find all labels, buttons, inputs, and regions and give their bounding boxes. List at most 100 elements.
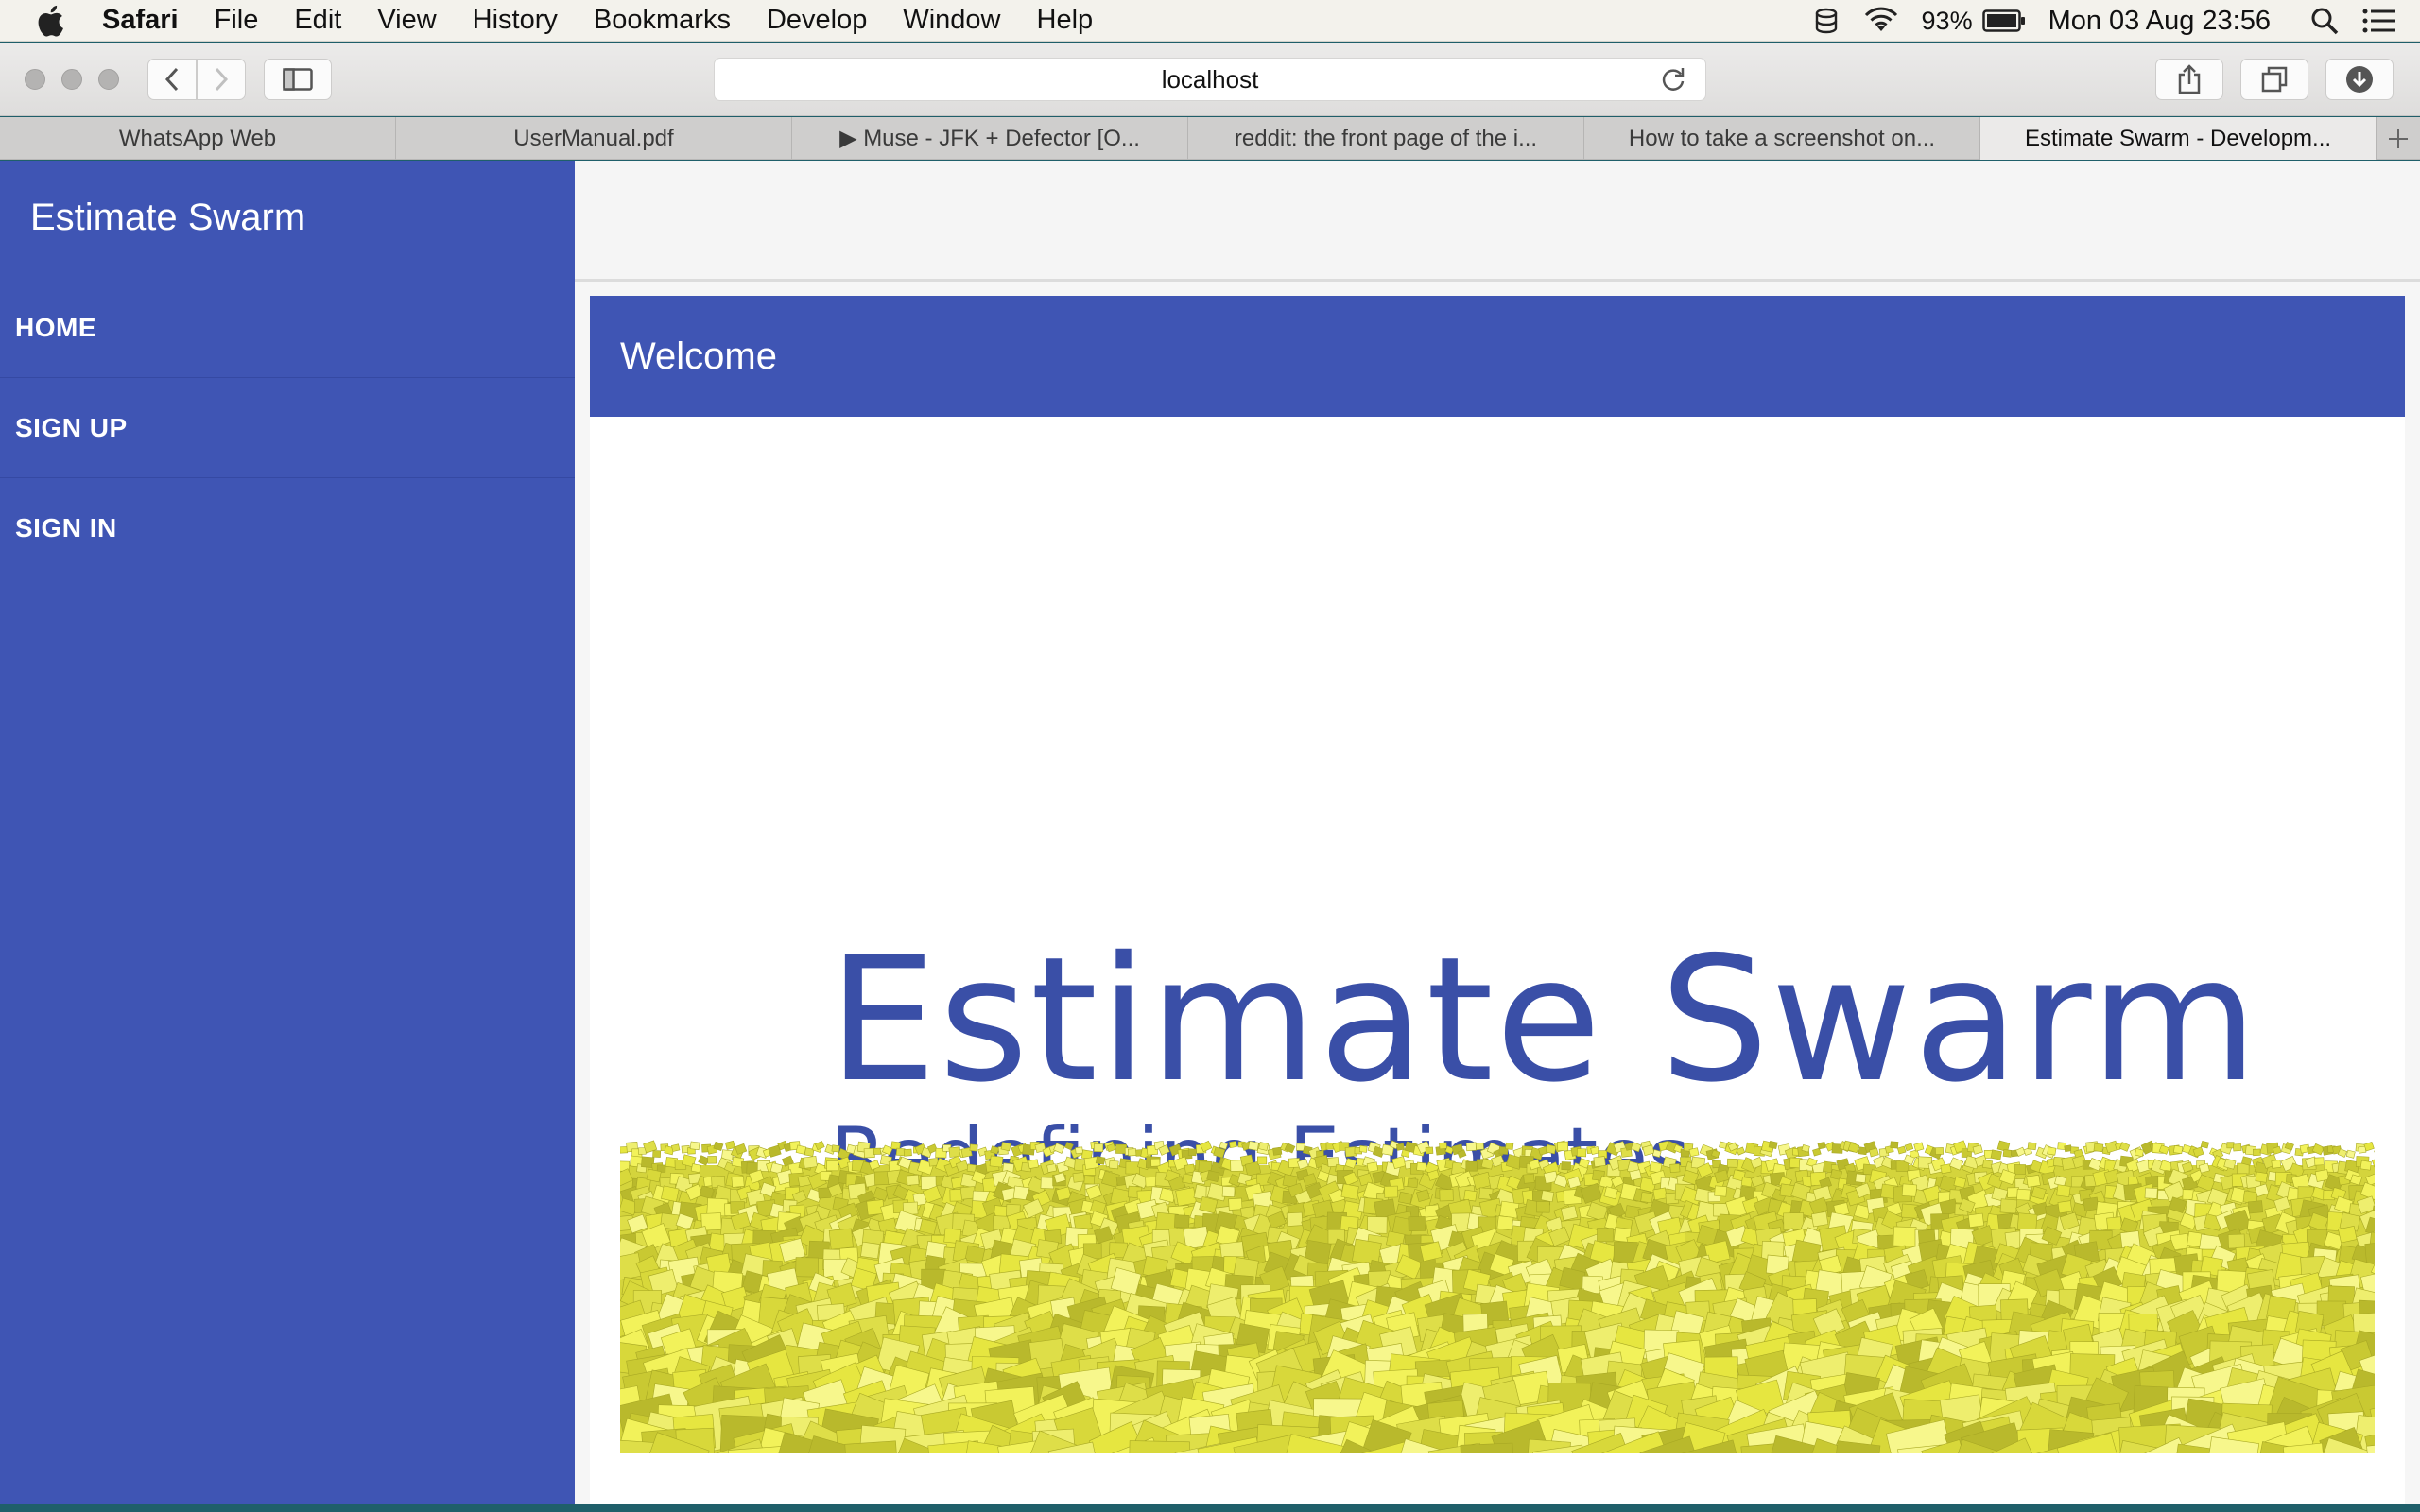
swarm-cube <box>873 1147 881 1155</box>
swarm-cube <box>1325 1143 1335 1150</box>
menu-edit[interactable]: Edit <box>294 5 341 36</box>
back-button[interactable] <box>147 59 197 100</box>
swarm-cube <box>1652 1187 1668 1201</box>
swarm-cube <box>1714 1185 1728 1197</box>
swarm-cube <box>2364 1241 2375 1264</box>
swarm-cube <box>1999 1198 2018 1214</box>
swarm-cube <box>1935 1147 1944 1155</box>
swarm-cube <box>903 1148 912 1157</box>
reload-icon[interactable] <box>1660 66 1686 99</box>
wifi-icon[interactable] <box>1863 7 1899 35</box>
swarm-cube <box>2016 1188 2031 1201</box>
clock[interactable]: Mon 03 Aug 23:56 <box>2048 6 2271 37</box>
close-window-button[interactable] <box>25 69 45 90</box>
swarm-cube <box>1475 1143 1484 1151</box>
swarm-cube <box>1384 1185 1399 1198</box>
sidebar-item-home[interactable]: HOME <box>0 278 575 378</box>
swarm-cube <box>1669 1163 1681 1173</box>
swarm-cube <box>1982 1160 1993 1169</box>
hero-title: Estimate Swarm <box>828 919 2260 1120</box>
swarm-cube <box>1523 1173 1535 1184</box>
tab-screenshot-howto[interactable]: How to take a screenshot on... <box>1584 117 1980 160</box>
swarm-cube <box>2002 1149 2013 1158</box>
swarm-cube <box>1175 1187 1197 1207</box>
swarm-cube <box>1688 1147 1700 1158</box>
swarm-cube <box>1439 1189 1454 1202</box>
downloads-button[interactable] <box>2325 59 2394 100</box>
swarm-cube <box>2144 1187 2158 1199</box>
swarm-cube <box>2226 1142 2235 1149</box>
swarm-cube <box>670 1143 681 1152</box>
swarm-cube <box>1028 1159 1039 1169</box>
swarm-cube <box>1174 1214 1190 1228</box>
sidebar-brand[interactable]: Estimate Swarm <box>30 197 305 239</box>
address-bar[interactable]: localhost <box>714 58 1706 101</box>
show-all-tabs-button[interactable] <box>2240 59 2308 100</box>
forward-button[interactable] <box>197 59 246 100</box>
swarm-cube <box>1640 1192 1654 1204</box>
swarm-cube <box>1465 1142 1477 1152</box>
sidebar-toggle-button[interactable] <box>264 59 332 100</box>
menu-view[interactable]: View <box>377 5 436 36</box>
spotlight-search-icon[interactable] <box>2310 7 2339 35</box>
tab-estimate-swarm[interactable]: Estimate Swarm - Developm... <box>1980 117 2377 160</box>
tab-user-manual[interactable]: UserManual.pdf <box>396 117 792 160</box>
menu-app-name[interactable]: Safari <box>102 5 179 36</box>
swarm-cube <box>652 1150 662 1158</box>
swarm-cube <box>1810 1211 1829 1228</box>
swarm-cube <box>707 1156 717 1164</box>
menu-help[interactable]: Help <box>1037 5 1094 36</box>
new-tab-button[interactable] <box>2377 117 2420 160</box>
menu-history[interactable]: History <box>473 5 558 36</box>
swarm-cube <box>2027 1142 2037 1151</box>
swarm-cube <box>1407 1177 1419 1189</box>
sidebar-item-sign-up[interactable]: SIGN UP <box>0 378 575 478</box>
swarm-cube <box>1093 1143 1104 1153</box>
swarm-cube <box>2014 1164 2027 1175</box>
swarm-cube <box>1460 1442 1515 1453</box>
tab-reddit[interactable]: reddit: the front page of the i... <box>1188 117 1584 160</box>
apple-icon[interactable] <box>36 5 74 37</box>
sidebar-item-sign-in[interactable]: SIGN IN <box>0 478 575 578</box>
swarm-cube <box>1817 1142 1826 1150</box>
swarm-cube <box>689 1141 700 1151</box>
swarm-cube <box>1990 1149 2002 1160</box>
tab-whatsapp[interactable]: WhatsApp Web <box>0 117 396 160</box>
app-top-bar <box>575 161 2420 282</box>
menu-develop[interactable]: Develop <box>767 5 867 36</box>
swarm-cube <box>1206 1170 1220 1183</box>
database-icon[interactable] <box>1812 7 1841 35</box>
zoom-window-button[interactable] <box>98 69 119 90</box>
swarm-cube <box>690 1163 701 1174</box>
minimize-window-button[interactable] <box>61 69 82 90</box>
tab-muse[interactable]: ▶ Muse - JFK + Defector [O... <box>792 117 1188 160</box>
menu-file[interactable]: File <box>215 5 259 36</box>
swarm-cube <box>1727 1158 1738 1168</box>
swarm-cube <box>803 1156 818 1169</box>
swarm-cube <box>1053 1143 1065 1154</box>
swarm-cube <box>1075 1146 1083 1155</box>
swarm-cube <box>2134 1148 2145 1158</box>
menu-window[interactable]: Window <box>903 5 1000 36</box>
swarm-cube <box>1256 1156 1268 1165</box>
swarm-cube <box>2363 1141 2375 1152</box>
swarm-cube <box>1561 1161 1571 1171</box>
swarm-cube <box>620 1146 628 1154</box>
swarm-cube <box>1408 1216 1426 1232</box>
menu-bar: Safari File Edit View History Bookmarks … <box>0 0 2420 42</box>
share-button[interactable] <box>2155 59 2223 100</box>
swarm-cube <box>1000 1142 1011 1152</box>
swarm-cube <box>826 1160 839 1172</box>
swarm-cube <box>1286 1211 1304 1227</box>
swarm-cube <box>661 1185 680 1202</box>
menu-bookmarks[interactable]: Bookmarks <box>594 5 731 36</box>
battery-icon[interactable] <box>1981 9 2026 33</box>
yellow-cube-swarm-image <box>620 1140 2375 1453</box>
swarm-cube <box>1913 1142 1925 1152</box>
swarm-cube <box>2026 1174 2041 1188</box>
app-sidebar: Estimate Swarm HOME SIGN UP SIGN IN <box>0 161 575 1504</box>
swarm-cube <box>1425 1146 1434 1155</box>
swarm-cube <box>860 1241 880 1260</box>
swarm-cube <box>1083 1175 1096 1185</box>
notification-center-icon[interactable] <box>2361 8 2397 34</box>
